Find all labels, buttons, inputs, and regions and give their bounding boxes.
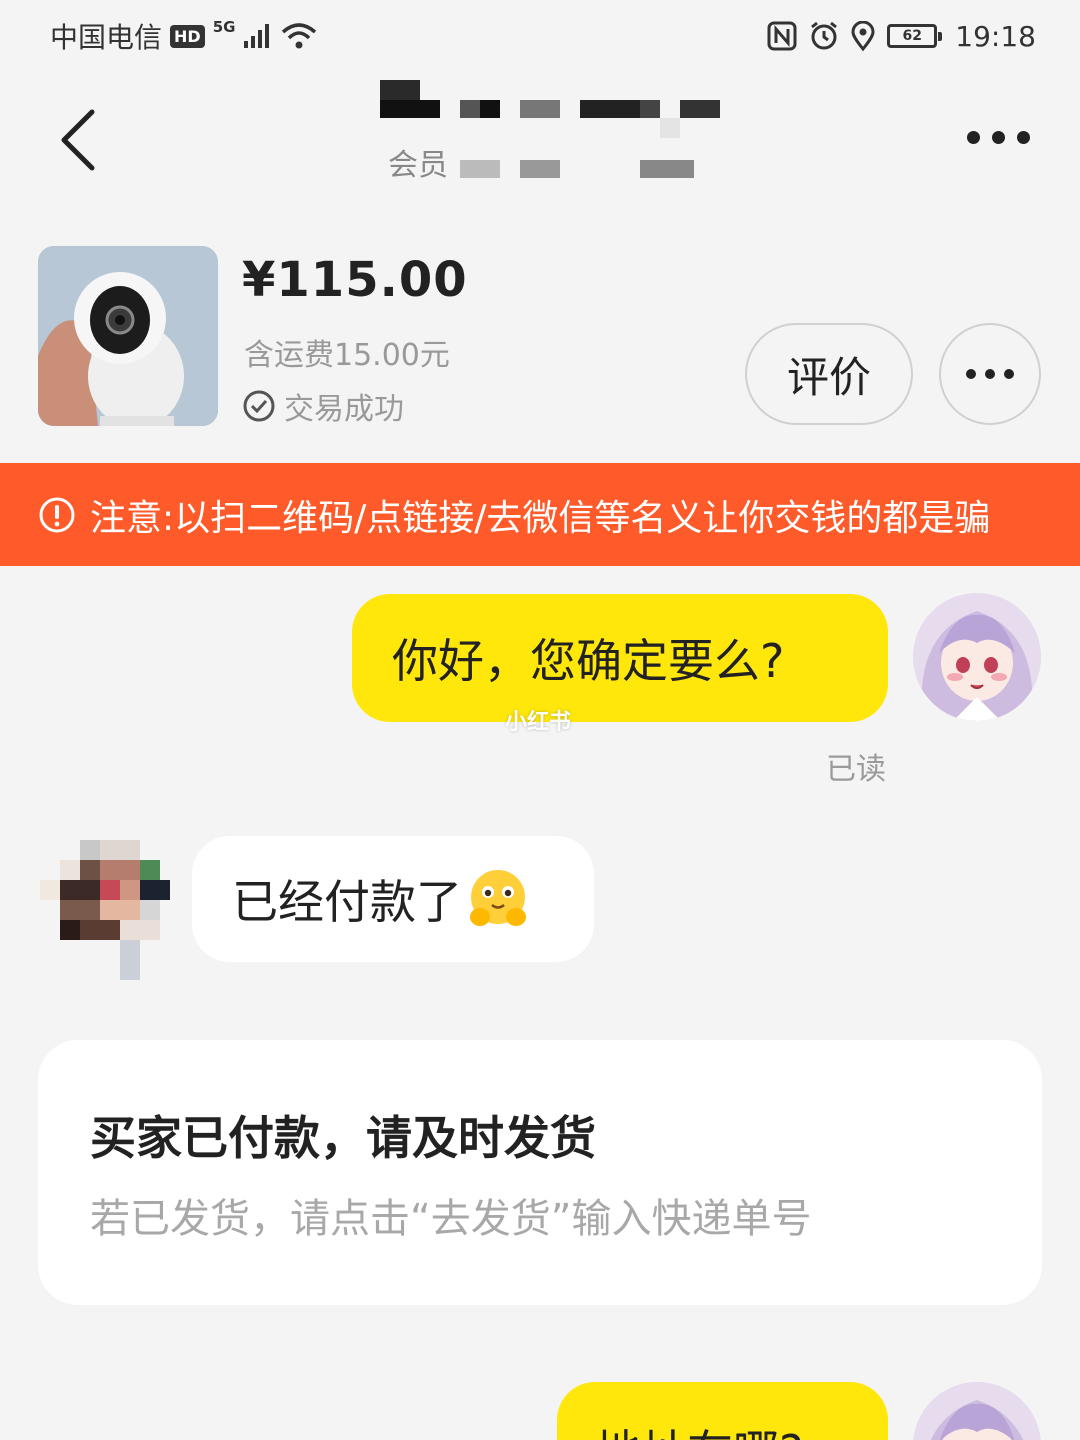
shipping-fee: 含运费15.00元 <box>244 338 450 373</box>
nfc-icon <box>767 21 797 51</box>
status-bar-right: 62 19:18 <box>767 16 1036 56</box>
trade-status: 交易成功 <box>242 384 404 428</box>
more-options-button[interactable] <box>958 115 1038 159</box>
warning-icon <box>39 497 75 532</box>
rate-button[interactable]: 评价 <box>745 323 913 425</box>
chevron-left-icon <box>61 109 95 171</box>
message-text: 已经付款了 <box>232 875 462 929</box>
carrier-label: 中国电信 <box>50 21 163 54</box>
my-avatar[interactable] <box>913 1382 1041 1440</box>
order-notice-card[interactable]: 买家已付款，请及时发货 若已发货，请点击“去发货”输入快递单号 <box>38 1040 1042 1305</box>
battery-level: 62 <box>902 28 923 44</box>
camera-product-image <box>38 246 218 426</box>
product-thumbnail[interactable] <box>38 246 218 426</box>
anime-avatar-image <box>913 1382 1041 1440</box>
my-avatar[interactable] <box>913 593 1041 721</box>
network-type-label: 5G <box>212 18 236 36</box>
location-icon <box>851 21 875 51</box>
hd-badge: HD <box>170 24 205 48</box>
wifi-icon <box>282 23 317 49</box>
notice-title: 买家已付款，请及时发货 <box>90 1111 596 1165</box>
fraud-warning-banner[interactable]: 注意:以扫二维码/点链接/去微信等名义让你交钱的都是骗 <box>0 463 1080 566</box>
hugging-emoji-icon <box>470 870 526 926</box>
battery-icon: 62 <box>887 24 943 48</box>
other-avatar[interactable] <box>40 840 170 980</box>
dot <box>966 130 980 144</box>
alarm-icon <box>811 21 838 50</box>
watermark: 小红书 <box>505 710 572 735</box>
dot <box>1016 130 1030 144</box>
message-text: 地址在哪? <box>595 1416 803 1440</box>
trade-status-label: 交易成功 <box>284 392 404 427</box>
back-button[interactable] <box>52 104 104 176</box>
notice-subtitle: 若已发货，请点击“去发货”输入快递单号 <box>90 1196 812 1242</box>
status-bar-left: 中国电信 HD 5G <box>50 16 317 56</box>
clock-time: 19:18 <box>955 19 1036 53</box>
signal-icon <box>244 24 270 48</box>
message-bubble-sent[interactable]: 你好，您确定要么? <box>352 594 888 722</box>
warning-text: 注意:以扫二维码/点链接/去微信等名义让你交钱的都是骗 <box>90 497 991 539</box>
message-text: 你好，您确定要么? <box>392 634 785 688</box>
product-price: ¥115.00 <box>242 252 468 308</box>
order-more-button[interactable] <box>939 323 1041 425</box>
message-bubble-sent[interactable]: 地址在哪? <box>557 1382 888 1440</box>
read-receipt: 已读 <box>826 752 886 787</box>
check-circle-icon <box>243 390 275 422</box>
dot <box>1004 369 1014 379</box>
member-label: 会员 <box>388 148 448 183</box>
dot <box>966 369 976 379</box>
anime-avatar-image <box>913 593 1041 721</box>
message-bubble-received[interactable]: 已经付款了 <box>192 836 594 962</box>
dot <box>991 130 1005 144</box>
dot <box>985 369 995 379</box>
